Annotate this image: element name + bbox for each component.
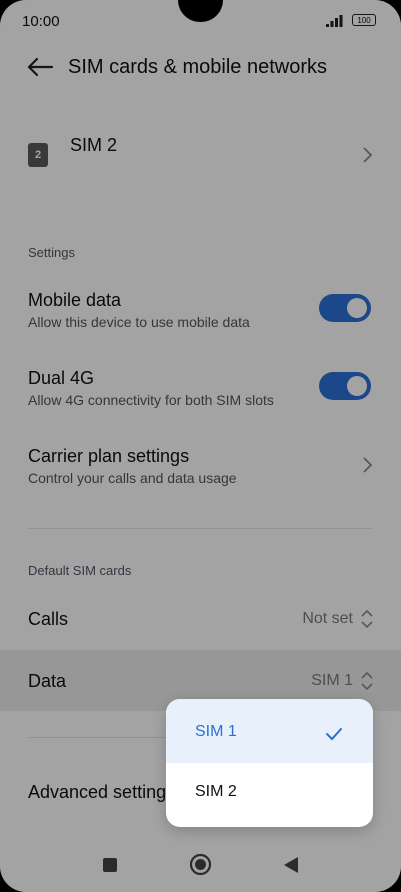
sim-select-popup: SIM 1 SIM 2 bbox=[166, 699, 373, 827]
option-sim-2[interactable]: SIM 2 bbox=[166, 763, 373, 827]
checkmark-icon bbox=[326, 728, 342, 741]
option-sim-1[interactable]: SIM 1 bbox=[166, 699, 373, 763]
phone-screen: 10:00 100 SIM cards & mobile networks 2 … bbox=[0, 0, 401, 892]
option-sim-2-label: SIM 2 bbox=[195, 783, 237, 800]
option-sim-1-label: SIM 1 bbox=[195, 723, 237, 740]
